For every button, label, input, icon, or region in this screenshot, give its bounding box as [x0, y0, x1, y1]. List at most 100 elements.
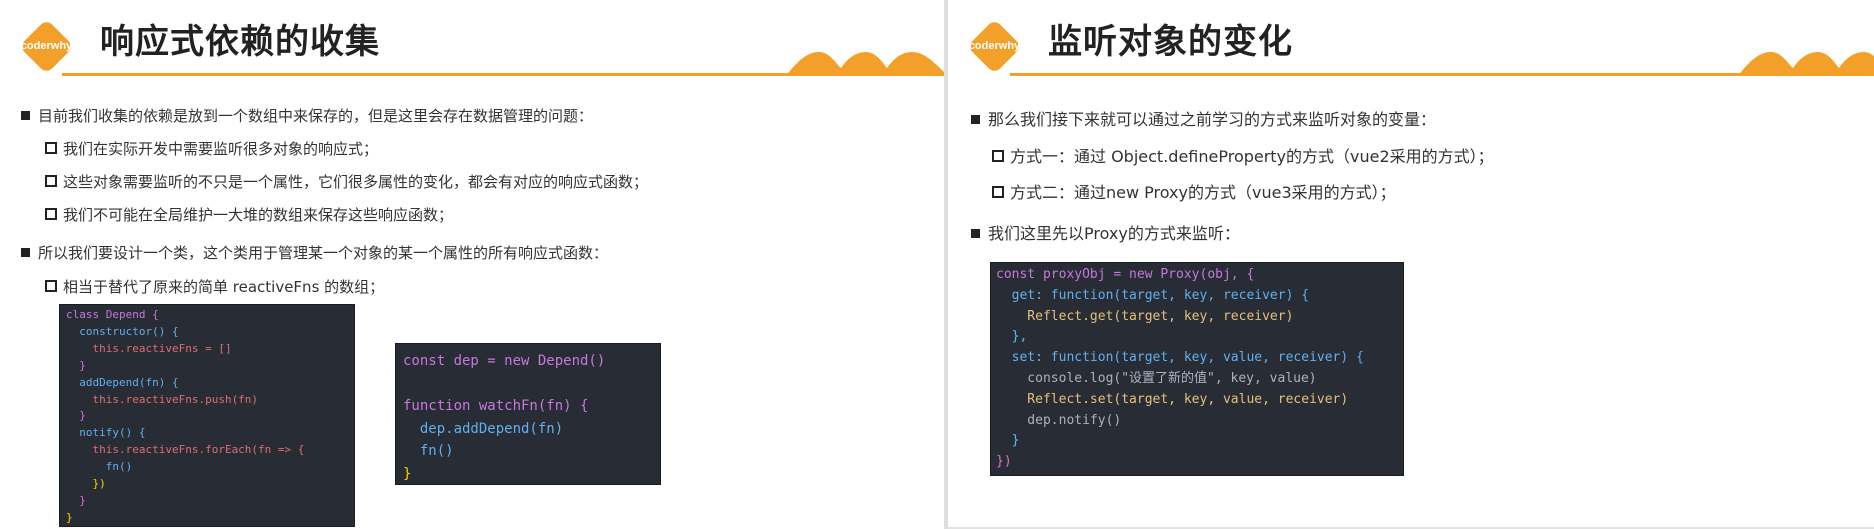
code-token: dep.notify(): [996, 412, 1122, 428]
code-token: fn(): [66, 460, 133, 474]
code-token: }): [66, 477, 106, 491]
code-token: addDepend(fn) {: [66, 375, 179, 389]
code-line: addDepend(fn) {: [66, 375, 354, 392]
code-token: const proxyObj = new Proxy(obj, {: [996, 267, 1255, 282]
bullet-item: 目前我们收集的依赖是放到一个数组中来保存的，但是这里会存在数据管理的问题：: [21, 105, 593, 126]
code-token: }): [996, 454, 1012, 470]
sub-bullet-item: 方式一：通过 Object.defineProperty的方式（vue2采用的方…: [992, 143, 1494, 167]
code-line: function watchFn(fn) {: [403, 395, 660, 418]
sub-bullet-item: 我们在实际开发中需要监听很多对象的响应式；: [45, 138, 378, 159]
code-block-depend-class: class Depend { constructor() { this.reac…: [59, 304, 355, 527]
code-line: dep.addDepend(fn): [403, 418, 660, 441]
code-token: this.reactiveFns.push(fn): [66, 392, 259, 406]
code-token: class Depend {: [66, 308, 159, 321]
code-line: }: [66, 493, 354, 510]
hollow-square-icon: [992, 186, 1004, 198]
coderwhy-logo: coderwhy: [15, 15, 78, 78]
sub-bullet-item: 这些对象需要监听的不只是一个属性，它们很多属性的变化，都会有对应的响应式函数；: [45, 171, 648, 192]
wave-decoration-icon: [1738, 52, 1874, 76]
sub-bullet-item: 方式二：通过new Proxy的方式（vue3采用的方式）；: [992, 179, 1396, 203]
code-token: }: [996, 433, 1020, 449]
code-line: }): [996, 452, 1403, 473]
page-title: 监听对象的变化: [1048, 22, 1293, 62]
code-line: const proxyObj = new Proxy(obj, {: [996, 265, 1403, 286]
bullet-item: 所以我们要设计一个类，这个类用于管理某一个对象的某一个属性的所有响应式函数：: [21, 242, 608, 263]
coderwhy-logo: coderwhy: [963, 15, 1026, 78]
code-line: },: [996, 327, 1403, 348]
bullet-text: 我们这里先以Proxy的方式来监听：: [988, 224, 1240, 243]
bullet-text: 这些对象需要监听的不只是一个属性，它们很多属性的变化，都会有对应的响应式函数；: [63, 173, 649, 191]
bullet-text: 相当于替代了原来的简单 reactiveFns 的数组；: [63, 278, 385, 296]
code-token: set: function(target, key, value, receiv…: [996, 350, 1364, 366]
code-line: Reflect.set(target, key, value, receiver…: [996, 390, 1403, 411]
code-token: Reflect.get(target, key, receiver): [996, 308, 1294, 324]
code-line: notify() {: [66, 425, 354, 442]
code-line: constructor() {: [66, 324, 354, 341]
code-line: this.reactiveFns.forEach(fn => {: [66, 442, 354, 459]
bullet-text: 那么我们接下来就可以通过之前学习的方式来监听对象的变量：: [988, 110, 1437, 129]
bullet-text: 方式二：通过new Proxy的方式（vue3采用的方式）；: [1010, 183, 1396, 202]
page-title: 响应式依赖的收集: [100, 22, 380, 62]
sub-bullet-item: 我们不可能在全局维护一大堆的数组来保存这些响应函数；: [45, 204, 453, 225]
code-token: notify() {: [66, 426, 146, 440]
code-token: dep.addDepend(fn): [403, 420, 564, 437]
code-token: fn(): [403, 443, 454, 459]
bullet-text: 我们在实际开发中需要监听很多对象的响应式；: [63, 140, 379, 158]
code-token: },: [996, 329, 1028, 345]
code-line: this.reactiveFns = []: [66, 341, 354, 358]
code-token: }: [66, 510, 73, 524]
code-line: dep.notify(): [996, 411, 1403, 432]
code-line: fn(): [403, 440, 660, 463]
code-token: }: [66, 493, 86, 507]
code-line: fn(): [66, 459, 354, 476]
logo-text: coderwhy: [20, 40, 73, 52]
hollow-square-icon: [45, 280, 57, 292]
slide-left: coderwhy 响应式依赖的收集 目前我们收集的依赖是放到一个数组中来保存的，…: [0, 0, 944, 529]
code-token: get: function(target, key, receiver) {: [996, 287, 1310, 303]
code-token: this.reactiveFns = []: [66, 341, 232, 355]
code-block-watchfn: const dep = new Depend() function watchF…: [395, 343, 661, 485]
code-token: const dep = new Depend(): [403, 353, 606, 369]
sub-bullet-item: 相当于替代了原来的简单 reactiveFns 的数组；: [45, 276, 384, 297]
code-line: set: function(target, key, value, receiv…: [996, 348, 1403, 369]
code-block-proxy: const proxyObj = new Proxy(obj, { get: f…: [990, 262, 1404, 476]
code-line: const dep = new Depend(): [403, 350, 660, 373]
filled-square-icon: [971, 229, 980, 238]
filled-square-icon: [21, 248, 30, 257]
bullet-item: 那么我们接下来就可以通过之前学习的方式来监听对象的变量：: [971, 106, 1436, 130]
bullet-text: 方式一：通过 Object.defineProperty的方式（vue2采用的方…: [1010, 147, 1494, 166]
code-line: }: [66, 408, 354, 425]
slide-right: coderwhy 监听对象的变化 那么我们接下来就可以通过之前学习的方式来监听对…: [948, 0, 1874, 529]
code-line: }): [66, 476, 354, 493]
code-line: get: function(target, key, receiver) {: [996, 286, 1403, 307]
code-token: function watchFn(fn) {: [403, 398, 589, 414]
hollow-square-icon: [45, 142, 57, 154]
filled-square-icon: [971, 115, 980, 124]
logo-text: coderwhy: [968, 40, 1021, 52]
hollow-square-icon: [992, 150, 1004, 162]
code-token: }: [66, 358, 86, 372]
code-line: this.reactiveFns.push(fn): [66, 392, 354, 409]
code-token: constructor() {: [66, 324, 179, 338]
wave-decoration-icon: [786, 52, 944, 76]
code-token: }: [66, 409, 86, 423]
code-token: Reflect.set(target, key, value, receiver…: [996, 391, 1349, 407]
code-line: }: [996, 431, 1403, 452]
bullet-text: 目前我们收集的依赖是放到一个数组中来保存的，但是这里会存在数据管理的问题：: [38, 107, 594, 125]
code-line: Reflect.get(target, key, receiver): [996, 307, 1403, 328]
code-line: }: [403, 463, 660, 486]
hollow-square-icon: [45, 175, 57, 187]
code-token: this.reactiveFns.forEach(fn => {: [66, 443, 305, 457]
bullet-text: 所以我们要设计一个类，这个类用于管理某一个对象的某一个属性的所有响应式函数：: [38, 244, 609, 262]
filled-square-icon: [21, 111, 30, 120]
code-line: class Depend {: [66, 307, 354, 324]
bullet-text: 我们不可能在全局维护一大堆的数组来保存这些响应函数；: [63, 206, 454, 224]
hollow-square-icon: [45, 208, 57, 220]
code-line: }: [66, 358, 354, 375]
code-token: }: [403, 465, 412, 482]
code-line: console.log("设置了新的值", key, value): [996, 369, 1403, 390]
bullet-item: 我们这里先以Proxy的方式来监听：: [971, 220, 1240, 244]
code-token: console.log("设置了新的值", key, value): [996, 370, 1317, 386]
code-line: }: [66, 510, 354, 527]
